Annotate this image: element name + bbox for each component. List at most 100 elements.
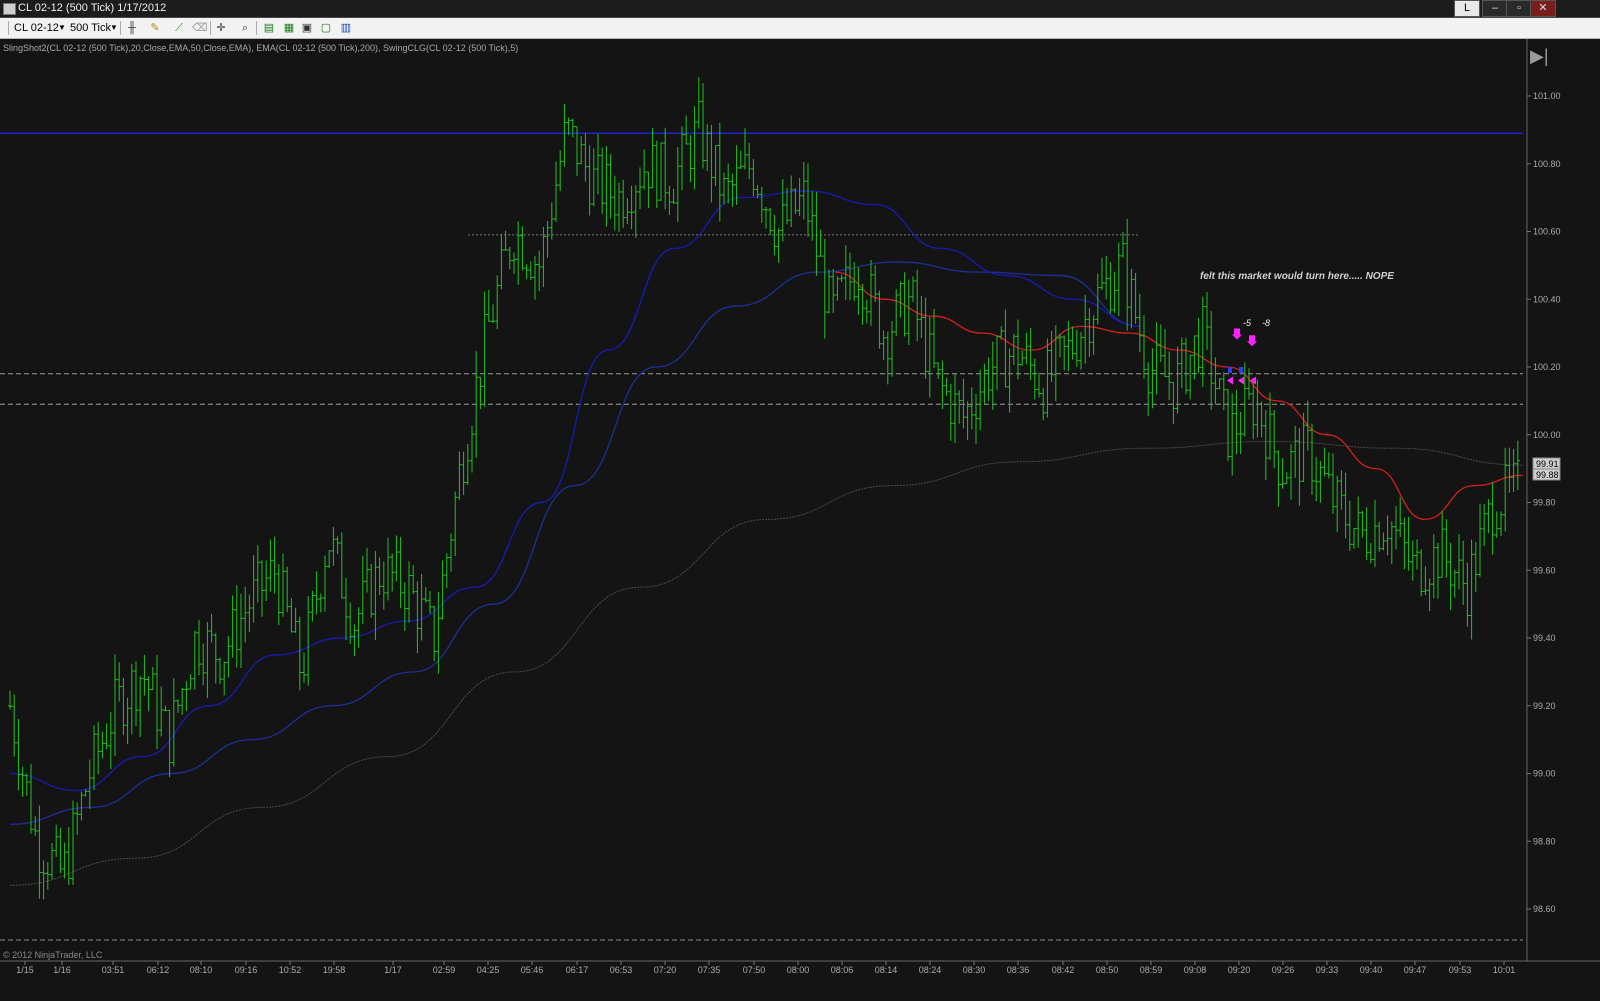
indicators-icon[interactable]: ▦ (282, 21, 296, 35)
data-box-icon[interactable]: ▢ (319, 21, 333, 35)
price-bar (33, 816, 38, 836)
title-bar: CL 02-12 (500 Tick) 1/17/2012 L – ▫ ✕ (0, 0, 1600, 18)
time-tick-label: 03:51 (102, 965, 125, 975)
interval-selector[interactable]: 500 Tick (70, 20, 111, 36)
time-tick-label: 09:47 (1404, 965, 1427, 975)
price-bar (596, 133, 600, 195)
price-bar (570, 118, 575, 138)
link-button[interactable]: L (1454, 0, 1480, 17)
time-axis[interactable]: 1/15 1/16 03:51 06:12 08:10 09:16 10:52 19:58 1/… (0, 960, 1600, 975)
price-bar (365, 547, 369, 593)
price-chart[interactable]: 101.00 100.80 100.60 100.40 100.20 100.00 99.8… (0, 39, 1600, 1001)
price-bar (335, 536, 340, 554)
price-bar (8, 690, 12, 710)
price-bar (1205, 292, 1209, 350)
price-bar (978, 369, 983, 431)
price-bar (579, 136, 584, 165)
price-bar (722, 172, 726, 205)
price-bar (583, 132, 588, 182)
price-bar (1331, 453, 1335, 514)
price-bar (1419, 549, 1424, 597)
price-bar (730, 173, 735, 207)
price-bar (507, 246, 512, 270)
price-bar (1318, 461, 1323, 503)
price-bar (558, 150, 563, 192)
price-bar (709, 124, 714, 203)
price-bar (184, 681, 189, 711)
price-bar (1087, 308, 1092, 357)
price-bar (16, 719, 21, 791)
price-bar (638, 167, 642, 210)
scroll-to-end-icon[interactable]: ▶| (1530, 46, 1552, 66)
price-bar (1373, 499, 1377, 568)
price-bar (499, 233, 504, 290)
price-bar (159, 686, 164, 737)
price-bar (486, 289, 491, 322)
crosshair-icon[interactable]: ✛ (214, 21, 228, 35)
price-bar (642, 149, 647, 190)
tabs-icon[interactable]: ▥ (339, 21, 353, 35)
price-bar (1427, 578, 1432, 612)
time-tick-label: 09:08 (1184, 965, 1207, 975)
price-bar (1436, 542, 1440, 599)
price-bar (1121, 232, 1125, 258)
interval-dropdown-icon[interactable]: ▼ (110, 20, 118, 36)
zoom-icon[interactable]: ⌕ (238, 21, 252, 35)
price-bar (919, 295, 924, 339)
indicator-legend: SlingShot2(CL 02-12 (500 Tick),20,Close,… (3, 43, 519, 53)
price-bar (1158, 324, 1163, 363)
close-button[interactable]: ✕ (1530, 0, 1556, 17)
price-bar (171, 677, 176, 767)
price-bar (1385, 515, 1390, 556)
time-tick-label: 09:53 (1449, 965, 1472, 975)
price-bar (629, 185, 634, 230)
sell-arrow-icon (1247, 335, 1257, 347)
price-bar (314, 571, 319, 615)
price-bar (213, 633, 218, 684)
price-bar (415, 581, 420, 654)
price-bar (1356, 496, 1361, 548)
instrument-selector[interactable]: CL 02-12 (14, 20, 59, 36)
eraser-icon[interactable]: ⌫ (192, 21, 208, 35)
exit-marker-icon (1238, 376, 1244, 385)
price-bar (1028, 327, 1033, 380)
price-bar (1247, 368, 1251, 400)
price-bar (1469, 539, 1474, 640)
price-bar (923, 297, 928, 379)
time-tick-label: 06:17 (566, 965, 589, 975)
price-bar (1301, 412, 1306, 482)
price-bar (1473, 541, 1478, 592)
price-tick-label: 100.00 (1533, 430, 1561, 440)
price-bar (24, 773, 29, 796)
price-bar (885, 331, 890, 385)
price-bar (1032, 358, 1037, 400)
price-bar (856, 267, 861, 315)
price-bar (1305, 400, 1310, 451)
strategies-icon[interactable]: ▤ (262, 21, 276, 35)
price-bar (696, 77, 701, 129)
price-bar (667, 185, 672, 215)
price-bar (423, 587, 428, 603)
time-tick-label: 02:59 (433, 965, 456, 975)
price-bar (1431, 534, 1436, 599)
time-tick-label: 06:12 (147, 965, 170, 975)
price-tick-label: 99.40 (1533, 633, 1556, 643)
price-bar (457, 451, 462, 500)
instrument-dropdown-icon[interactable]: ▼ (58, 20, 66, 36)
price-bar (268, 539, 273, 592)
price-bar (155, 655, 159, 750)
trade-label-2: -8 (1262, 318, 1270, 328)
properties-icon[interactable]: ▣ (300, 21, 314, 35)
bar-style-icon[interactable]: ╫ (125, 21, 139, 35)
time-tick-label: 08:00 (787, 965, 810, 975)
price-bar (146, 676, 151, 711)
maximize-button[interactable]: ▫ (1506, 0, 1532, 17)
minimize-button[interactable]: – (1482, 0, 1508, 17)
price-bar (138, 675, 143, 738)
pencil-icon[interactable]: ✎ (148, 21, 162, 35)
price-bar (906, 279, 911, 345)
price-axis[interactable]: 101.00 100.80 100.60 100.40 100.20 100.00 99.8… (1526, 39, 1561, 961)
draw-line-icon[interactable]: ⟋ (172, 21, 186, 35)
price-tick-label: 99.20 (1533, 701, 1556, 711)
price-bar (894, 289, 899, 336)
